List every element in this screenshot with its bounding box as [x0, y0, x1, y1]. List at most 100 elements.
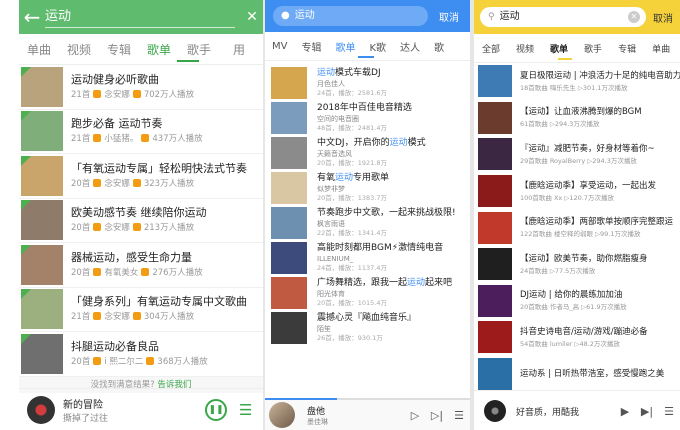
play-count: 304万人播放 — [143, 312, 195, 323]
list-item-title: 震撼心灵『飚血纯音乐』 — [317, 312, 416, 325]
list-item-meta: 122首歌曲 楼空释的弱眼 ▷99.1万次播放 — [520, 230, 641, 239]
list-icon[interactable]: ☰ — [448, 409, 470, 422]
tab-playlists[interactable]: 歌单 — [328, 39, 362, 54]
playlist-cover — [271, 311, 307, 344]
tab-singers[interactable]: 歌手 — [576, 42, 610, 55]
playlist-cover — [478, 65, 512, 98]
tab-mv[interactable]: MV — [265, 41, 294, 52]
tab-singers[interactable]: 歌手 — [179, 41, 219, 58]
verified-badge-icon — [146, 356, 155, 365]
list-item-meta: 24首歌曲 ▷77.5万次播放 — [520, 266, 596, 275]
list-item-meta: 20首，播放：1383.7万 — [317, 194, 388, 202]
list-item[interactable]: 震撼心灵『飚血纯音乐』 陌笙 26首，播放：930.1万 — [265, 310, 470, 345]
tab-playlists[interactable]: 歌单 — [542, 42, 576, 55]
list-item[interactable]: 夏日极限运动 | 冲浪活力十足的纯电音助力 18首歌曲 嗨乐先生 ▷301.1万次… — [474, 63, 680, 100]
list-item-info: 「有氧运动专属」轻松明快法式节奏 20首 念安娜 323万人播放 — [71, 161, 247, 191]
next-icon[interactable]: ▷| — [426, 409, 448, 422]
close-icon[interactable]: ✕ — [628, 11, 640, 23]
playlist-icon[interactable]: ☰ — [239, 401, 255, 419]
pause-icon[interactable]: ❚❚ — [205, 399, 227, 421]
list-icon[interactable]: ☰ — [658, 405, 680, 418]
list-item-info: 广场舞精选，跟我一起运动起来吧 阳光体育 20首，播放：1015.4万 — [317, 277, 452, 308]
close-icon[interactable]: ✕ — [241, 9, 263, 25]
list-item[interactable]: 中文DJ，开启你的运动模式 天籁音选风 20首，播放：1921.8万 — [265, 135, 470, 170]
mini-player[interactable]: 好音质，用酷我 ▶ ▶| ☰ — [474, 390, 680, 430]
list-item-info: 「健身系列」有氧运动专属中文歌曲 21首 念安娜 304万人播放 — [71, 294, 247, 324]
play-count: 437万人播放 — [152, 134, 203, 145]
tab-songs[interactable]: 单曲 — [644, 42, 678, 55]
list-item[interactable]: 『运动』减肥节奏，好身材等着你~ 29首歌曲 RoyalBerry ▷294.3万… — [474, 136, 680, 173]
mic-icon[interactable]: ● — [281, 6, 290, 26]
cancel-button[interactable]: 取消 — [646, 10, 680, 25]
tab-albums[interactable]: 专辑 — [99, 41, 139, 58]
list-item-info: 欧美动感节奏 继续陪你运动 20首 念安娜 213万人播放 — [71, 205, 207, 235]
now-playing-artist: 墨佳琳 — [307, 417, 328, 426]
tab-albums[interactable]: 专辑 — [610, 42, 644, 55]
tab-songs[interactable]: 单曲 — [19, 41, 59, 58]
list-item[interactable]: 【鹿晗运动季】两部歌单按顺序完整跟运 122首歌曲 楼空释的弱眼 ▷99.1万次播… — [474, 209, 680, 246]
active-tab-indicator — [558, 58, 572, 60]
list-item-meta: 21首 念安娜 702万人播放 — [71, 88, 194, 102]
list-item-meta: 20首 念安娜 323万人播放 — [71, 177, 247, 191]
author-name: 小猛猪。 — [104, 134, 139, 145]
list-item[interactable]: 有氧运动专用歌单 似梦非梦 20首，播放：1383.7万 — [265, 170, 470, 205]
list-item[interactable]: 跑步必备 运动节奏 21首 小猛猪。 437万人播放 — [19, 110, 263, 154]
list-item-meta: 20首 i 熙二尔二 368万人播放 — [71, 355, 208, 369]
list-item[interactable]: 运动系 | 日听热带浩室，感受慢跑之美 — [474, 356, 680, 393]
list-item[interactable]: 器械运动，感受生命力量 20首 有氧美女 276万人播放 — [19, 243, 263, 288]
list-item[interactable]: 节奏跑步中文歌，一起来挑战极限! 枫言雨语 22首，播放：1341.4万 — [265, 205, 470, 240]
list-item-title: 【运动】让血液沸腾到爆的BGM — [520, 107, 642, 118]
list-item-meta: 54首歌曲 lumiler ▷48.2万次播放 — [520, 339, 620, 348]
tab-users[interactable]: 用 — [219, 41, 259, 58]
song-count: 20首 — [71, 267, 91, 278]
list-item[interactable]: 运动健身必听歌曲 21首 念安娜 702万人播放 — [19, 65, 263, 110]
list-item-title: 跑步必备 运动节奏 — [71, 117, 163, 131]
play-count: 213万人播放 — [143, 223, 195, 234]
list-item-info: 抖腿运动必备良品 20首 i 熙二尔二 368万人播放 — [71, 339, 208, 369]
mini-player[interactable]: 盘他 墨佳琳 ▷ ▷| ☰ — [265, 400, 470, 430]
list-item[interactable]: 欧美动感节奏 继续陪你运动 20首 念安娜 213万人播放 — [19, 199, 263, 243]
tab-albums[interactable]: 专辑 — [294, 39, 328, 54]
list-item-title: 运动系 | 日听热带浩室，感受慢跑之美 — [520, 368, 665, 379]
playlist-cover — [478, 211, 512, 244]
play-icon[interactable]: ▷ — [404, 409, 426, 422]
tab-all[interactable]: 全部 — [474, 42, 508, 55]
title-text: 2018年中百佳电音精选 — [317, 103, 412, 113]
tab-videos[interactable]: 视频 — [59, 41, 99, 58]
list-item-title: 2018年中百佳电音精选 — [317, 102, 412, 115]
list-item[interactable]: 广场舞精选，跟我一起运动起来吧 阳光体育 20首，播放：1015.4万 — [265, 275, 470, 310]
cancel-button[interactable]: 取消 — [428, 9, 470, 24]
song-count: 20首 — [71, 223, 91, 234]
tab-talents[interactable]: 达人 — [393, 39, 427, 54]
list-item[interactable]: 2018年中百佳电音精选 空间的电音圈 48首，播放：2481.4万 — [265, 100, 470, 135]
list-item[interactable]: 【运动】欧美节奏，助你燃脂瘦身 24首歌曲 ▷77.5万次播放 — [474, 246, 680, 283]
author-name: 有氧美女 — [104, 267, 139, 278]
list-item[interactable]: 高能时刻都用BGM⚡激情纯电音 ILLENIUM_ 24首，播放：1137.4万 — [265, 240, 470, 275]
list-item[interactable]: 「健身系列」有氧运动专属中文歌曲 21首 念安娜 304万人播放 — [19, 288, 263, 332]
list-item-meta: 20首歌曲 作者马_高 ▷61.9万次播放 — [520, 303, 627, 312]
list-item[interactable]: DJ运动 | 给你的晨练加加油 20首歌曲 作者马_高 ▷61.9万次播放 — [474, 283, 680, 320]
tab-playlists[interactable]: 歌单 — [139, 41, 179, 58]
now-playing-artist: 撕掉了过往 — [63, 414, 109, 424]
list-item[interactable]: 【鹿晗运动季】享受运动，一起出发 100首歌曲 Xx ▷120.7万次播放 — [474, 173, 680, 210]
list-item-title: 高能时刻都用BGM⚡激情纯电音 — [317, 242, 443, 255]
list-item-meta: 20首，播放：1015.4万 — [317, 299, 388, 307]
list-item[interactable]: 「有氧运动专属」轻松明快法式节奏 20首 念安娜 323万人播放 — [19, 154, 263, 199]
tab-lyrics[interactable]: 歌 — [427, 39, 451, 54]
list-item[interactable]: 【运动】让血液沸腾到爆的BGM 61首歌曲 ▷294.3万次播放 — [474, 100, 680, 137]
list-item[interactable]: 运动模式车载DJ 月色佳人 24首，播放：2581.6万 — [265, 65, 470, 100]
play-count: 276万人播放 — [152, 267, 203, 278]
play-icon[interactable]: ▶ — [614, 405, 636, 418]
list-item[interactable]: 抖音史诗电音/运动/游戏/蹦迪必备 54首歌曲 lumiler ▷48.2万次播放 — [474, 319, 680, 356]
mini-player[interactable]: 新的冒险 撕掉了过往 ❚❚ ☰ — [19, 388, 263, 430]
search-input[interactable]: 运动 — [45, 7, 235, 28]
search-input[interactable]: ⚲ 运动 ✕ — [480, 7, 646, 27]
playlist-cover — [478, 101, 512, 134]
back-arrow-icon[interactable]: ← — [19, 0, 45, 34]
search-input[interactable]: ● 运动 — [273, 6, 428, 26]
list-item[interactable]: 抖腿运动必备良品 20首 i 熙二尔二 368万人播放 — [19, 332, 263, 377]
next-icon[interactable]: ▶| — [636, 405, 658, 418]
tab-karaoke[interactable]: K歌 — [362, 39, 393, 54]
tab-videos[interactable]: 视频 — [508, 42, 542, 55]
list-item-creator: 枫言雨语 — [317, 220, 345, 228]
